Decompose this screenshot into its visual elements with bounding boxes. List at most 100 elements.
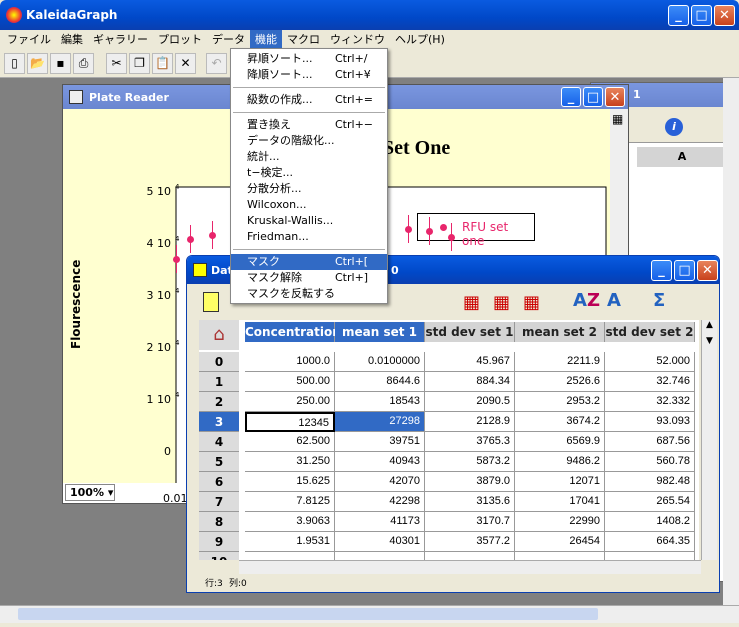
menu-8[interactable]: ヘルプ(H): [390, 30, 450, 50]
copy-icon[interactable]: ❐: [129, 53, 150, 74]
row-header[interactable]: 0: [199, 352, 239, 372]
table-cell[interactable]: 1408.2: [605, 512, 695, 532]
table-cell[interactable]: 982.48: [605, 472, 695, 492]
scroll-down-icon[interactable]: ▼: [702, 336, 717, 346]
table-cell[interactable]: 8644.6: [335, 372, 425, 392]
table-cell[interactable]: 5873.2: [425, 452, 515, 472]
row-header[interactable]: 7: [199, 492, 239, 512]
menu-3[interactable]: プロット: [153, 30, 207, 50]
column-header[interactable]: Concentration: [245, 322, 341, 342]
table-cell[interactable]: 31.250: [245, 452, 335, 472]
table-cell[interactable]: [245, 552, 335, 560]
table-cell[interactable]: 664.35: [605, 532, 695, 552]
table-cell[interactable]: 52.000: [605, 352, 695, 372]
menu-item[interactable]: 降順ソート... Ctrl+¥: [231, 67, 387, 83]
row-header[interactable]: 2: [199, 392, 239, 412]
table-cell[interactable]: 687.56: [605, 432, 695, 452]
sort-descend-icon[interactable]: A: [607, 290, 621, 311]
table-cell[interactable]: 26454: [515, 532, 605, 552]
plot-maximize-button[interactable]: □: [583, 87, 603, 107]
table-cell[interactable]: 2090.5: [425, 392, 515, 412]
column-header[interactable]: std dev set 1: [425, 322, 515, 342]
table-cell[interactable]: 45.967: [425, 352, 515, 372]
table-cell[interactable]: 3170.7: [425, 512, 515, 532]
menu-item[interactable]: 置き換え Ctrl+−: [231, 117, 387, 133]
table-cell[interactable]: [515, 552, 605, 560]
row-header[interactable]: 10: [199, 552, 239, 560]
row-header[interactable]: 9: [199, 532, 239, 552]
table-cell[interactable]: 1.9531: [245, 532, 335, 552]
save-icon[interactable]: ▪: [50, 53, 71, 74]
delete-icon[interactable]: ✕: [175, 53, 196, 74]
zoom-select[interactable]: 100% ▾: [65, 484, 115, 501]
table-cell[interactable]: 42070: [335, 472, 425, 492]
table-cell[interactable]: 27298: [335, 412, 425, 432]
table-cell[interactable]: 18543: [335, 392, 425, 412]
menu-item[interactable]: Kruskal-Wallis...: [231, 213, 387, 229]
sum-icon[interactable]: Σ: [653, 290, 665, 311]
menu-item[interactable]: 級数の作成... Ctrl+=: [231, 92, 387, 108]
table-cell[interactable]: 32.746: [605, 372, 695, 392]
table-cell[interactable]: 500.00: [245, 372, 335, 392]
table-cell[interactable]: 12071: [515, 472, 605, 492]
sort-ascend-icon[interactable]: AZ: [573, 290, 600, 311]
table-cell[interactable]: 40943: [335, 452, 425, 472]
paste-icon[interactable]: 📋: [152, 53, 173, 74]
table-cell[interactable]: 884.34: [425, 372, 515, 392]
data-minimize-button[interactable]: _: [651, 260, 672, 281]
menu-item[interactable]: マスクを反転する: [231, 286, 387, 302]
info-icon[interactable]: i: [665, 118, 683, 136]
table-cell[interactable]: 3765.3: [425, 432, 515, 452]
row-header[interactable]: 5: [199, 452, 239, 472]
cut-icon[interactable]: ✂: [106, 53, 127, 74]
scroll-up-icon[interactable]: ▲: [702, 320, 717, 330]
table-cell[interactable]: 0.0100000: [335, 352, 425, 372]
menu-item[interactable]: マスク Ctrl+[: [231, 254, 387, 270]
delete-cells-icon[interactable]: ▦: [523, 292, 540, 313]
plot-close-button[interactable]: ✕: [605, 87, 625, 107]
menu-6[interactable]: マクロ: [282, 30, 325, 50]
table-cell[interactable]: 22990: [515, 512, 605, 532]
table-cell[interactable]: 2128.9: [425, 412, 515, 432]
table-cell[interactable]: 9486.2: [515, 452, 605, 472]
maximize-button[interactable]: □: [691, 5, 712, 26]
table-cell[interactable]: 40301: [335, 532, 425, 552]
table-cell[interactable]: 15.625: [245, 472, 335, 492]
hscroll-thumb[interactable]: [18, 608, 598, 620]
table-cell[interactable]: 7.8125: [245, 492, 335, 512]
table-cell[interactable]: 2953.2: [515, 392, 605, 412]
menu-4[interactable]: データ: [207, 30, 250, 50]
menu-item[interactable]: t−検定...: [231, 165, 387, 181]
main-vscroll[interactable]: [723, 78, 739, 605]
table-cell[interactable]: 62.500: [245, 432, 335, 452]
menu-5[interactable]: 機能: [250, 30, 282, 50]
notes-icon[interactable]: [203, 292, 219, 312]
menu-7[interactable]: ウィンドウ: [325, 30, 390, 50]
data-maximize-button[interactable]: □: [674, 260, 695, 281]
table-cell[interactable]: 41173: [335, 512, 425, 532]
menu-1[interactable]: 編集: [56, 30, 88, 50]
menu-item[interactable]: 分散分析...: [231, 181, 387, 197]
data-close-button[interactable]: ✕: [697, 260, 718, 281]
data-hscroll[interactable]: [239, 560, 701, 574]
column-header[interactable]: mean set 2: [515, 322, 605, 342]
table-cell[interactable]: 3674.2: [515, 412, 605, 432]
data-vscroll[interactable]: ▲ ▼: [701, 320, 717, 560]
insert-cols-icon[interactable]: ▦: [493, 292, 510, 313]
table-cell[interactable]: 265.54: [605, 492, 695, 512]
column-header[interactable]: std dev set 2: [605, 322, 695, 342]
undo-icon[interactable]: ↶: [206, 53, 227, 74]
menu-item[interactable]: 昇順ソート... Ctrl+/: [231, 51, 387, 67]
table-cell[interactable]: 250.00: [245, 392, 335, 412]
row-header[interactable]: 8: [199, 512, 239, 532]
column-header[interactable]: mean set 1: [335, 322, 425, 342]
table-cell[interactable]: [335, 552, 425, 560]
table-cell[interactable]: 39751: [335, 432, 425, 452]
table-cell[interactable]: 3135.6: [425, 492, 515, 512]
table-cell[interactable]: 1000.0: [245, 352, 335, 372]
close-button[interactable]: ✕: [714, 5, 735, 26]
table-cell[interactable]: 3577.2: [425, 532, 515, 552]
home-icon[interactable]: ⌂: [199, 320, 239, 350]
table-cell[interactable]: [605, 552, 695, 560]
minimize-button[interactable]: _: [668, 5, 689, 26]
